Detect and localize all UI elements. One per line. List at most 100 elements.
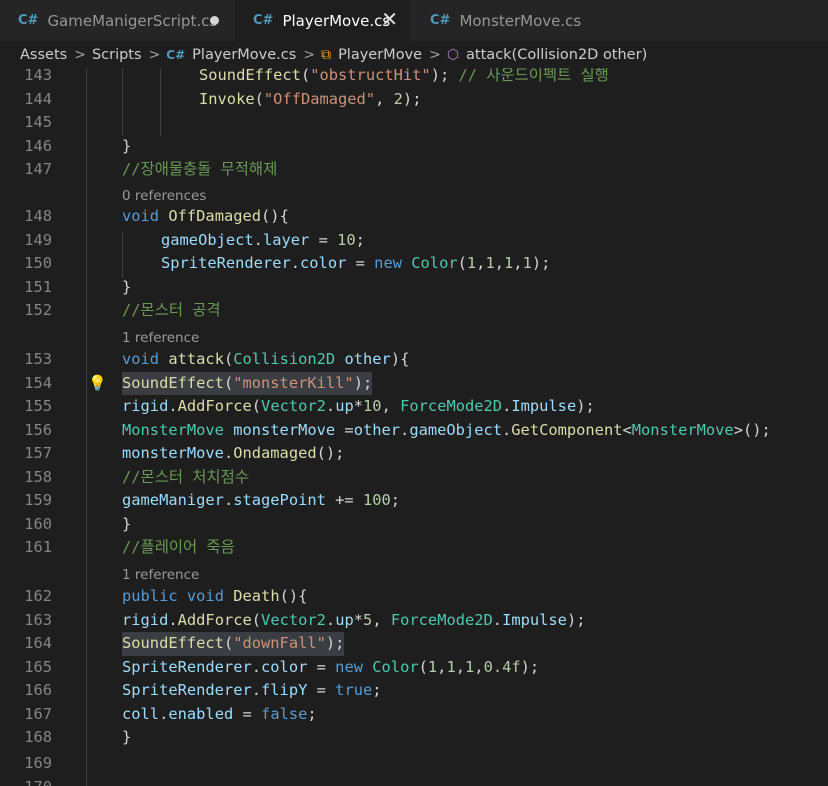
codelens-references[interactable]: 0 references xyxy=(122,188,206,204)
code-line[interactable]: 149 gameObject.layer = 10; xyxy=(0,229,828,253)
line-number: 155 xyxy=(24,397,52,415)
tab-bar: C# GameManigerScript.cs C# PlayerMove.cs… xyxy=(0,0,828,41)
code-text: SoundEffect("monsterKill"); xyxy=(122,371,373,395)
code-text: monsterMove.Ondamaged(); xyxy=(122,444,345,462)
code-line[interactable]: 146 } xyxy=(0,135,828,159)
line-number: 163 xyxy=(24,610,52,629)
code-text: } xyxy=(122,277,132,296)
breadcrumb-item-class[interactable]: PlayerMove xyxy=(338,47,422,63)
class-icon: ⧉ xyxy=(321,46,332,63)
line-number: 165 xyxy=(24,657,52,676)
codelens-references[interactable]: 1 reference xyxy=(122,567,199,583)
unsaved-dot-icon[interactable] xyxy=(210,16,219,25)
line-number: 151 xyxy=(24,277,52,296)
line-number: 166 xyxy=(24,681,52,699)
line-number: 162 xyxy=(24,587,52,605)
code-line[interactable]: 160 } xyxy=(0,513,828,537)
breadcrumb-item-file[interactable]: PlayerMove.cs xyxy=(192,47,296,63)
code-text: gameManiger.stagePoint += 100; xyxy=(122,491,401,509)
breadcrumb-item-assets[interactable]: Assets xyxy=(20,47,67,63)
code-text: void OffDamaged(){ xyxy=(122,207,289,225)
line-number: 167 xyxy=(24,704,52,723)
line-number: 159 xyxy=(24,491,52,509)
line-number: 152 xyxy=(24,301,52,319)
line-number: 164 xyxy=(24,634,52,652)
line-number: 147 xyxy=(24,160,52,178)
code-line[interactable]: 167 coll.enabled = false; xyxy=(0,703,828,727)
chevron-right-icon: > xyxy=(148,46,161,63)
line-number: 154 xyxy=(24,373,52,392)
chevron-right-icon: > xyxy=(74,46,86,63)
code-line[interactable]: 152 //몬스터 공격 xyxy=(0,299,828,323)
code-line[interactable]: 145 xyxy=(0,111,828,135)
comment-text: //장애물충돌 무적해제 xyxy=(122,160,278,178)
csharp-file-icon: C# xyxy=(253,13,274,28)
code-text: gameObject.layer = 10; xyxy=(161,230,365,249)
line-number: 169 xyxy=(24,754,52,772)
method-cube-icon: ⬡ xyxy=(446,46,460,63)
tab-playermove[interactable]: C# PlayerMove.cs ✕ xyxy=(235,0,410,41)
csharp-file-icon: C# xyxy=(166,47,186,62)
line-number: 145 xyxy=(24,113,52,131)
code-line[interactable]: 165 SpriteRenderer.color = new Color(1,1… xyxy=(0,656,828,680)
code-line[interactable]: 164 SoundEffect("downFall"); xyxy=(0,632,828,656)
csharp-file-icon: C# xyxy=(430,13,451,28)
code-line[interactable]: 143 SoundEffect("obstructHit"); // 사운드이펙… xyxy=(0,68,828,88)
close-icon[interactable]: ✕ xyxy=(381,8,398,30)
code-line[interactable]: 150 SpriteRenderer.color = new Color(1,1… xyxy=(0,252,828,276)
line-number: 157 xyxy=(24,444,52,462)
code-line[interactable]: 153 void attack(Collision2D other){ xyxy=(0,348,828,372)
code-line[interactable]: 158 //몬스터 처치점수 xyxy=(0,466,828,490)
comment-text: //플레이어 죽음 xyxy=(122,538,235,556)
breadcrumb-item-method[interactable]: attack(Collision2D other) xyxy=(466,47,647,63)
line-number: 146 xyxy=(24,136,52,155)
code-line[interactable]: 159 gameManiger.stagePoint += 100; xyxy=(0,489,828,513)
code-text: SpriteRenderer.flipY = true; xyxy=(122,681,382,699)
tab-gamemanigerscript[interactable]: C# GameManigerScript.cs xyxy=(0,0,235,41)
code-line[interactable]: 148 void OffDamaged(){ xyxy=(0,205,828,229)
code-line[interactable]: 170 xyxy=(0,776,828,786)
code-line[interactable]: 151 } xyxy=(0,276,828,300)
code-line[interactable]: 161 //플레이어 죽음 xyxy=(0,536,828,560)
comment-text: //몬스터 공격 xyxy=(122,301,221,319)
lightbulb-icon[interactable]: 💡 xyxy=(88,374,107,392)
code-line[interactable]: 154 💡 SoundEffect("monsterKill"); xyxy=(0,371,828,395)
code-line[interactable]: 144 Invoke("OffDamaged", 2); xyxy=(0,88,828,112)
code-text: rigid.AddForce(Vector2.up*10, ForceMode2… xyxy=(122,397,595,415)
codelens: 1 reference xyxy=(0,563,828,587)
code-line[interactable]: 168 } xyxy=(0,726,828,750)
code-editor[interactable]: 143 SoundEffect("obstructHit"); // 사운드이펙… xyxy=(0,68,828,786)
line-number: 160 xyxy=(24,514,52,533)
code-line[interactable]: 163 rigid.AddForce(Vector2.up*5, ForceMo… xyxy=(0,609,828,633)
tab-monstermove[interactable]: C# MonsterMove.cs xyxy=(410,0,582,41)
tab-label: MonsterMove.cs xyxy=(459,11,582,30)
csharp-file-icon: C# xyxy=(18,13,39,28)
code-text: void attack(Collision2D other){ xyxy=(122,350,410,368)
codelens: 0 references xyxy=(0,184,828,208)
code-line[interactable]: 155 rigid.AddForce(Vector2.up*10, ForceM… xyxy=(0,395,828,419)
code-text: } xyxy=(122,136,132,155)
codelens-references[interactable]: 1 reference xyxy=(122,330,199,346)
code-text: } xyxy=(122,514,132,533)
line-number: 170 xyxy=(0,776,52,786)
line-number: 150 xyxy=(24,254,52,272)
code-text: Invoke("OffDamaged", 2); xyxy=(199,89,422,108)
line-number: 156 xyxy=(24,420,52,439)
code-text: MonsterMove monsterMove =other.gameObjec… xyxy=(122,420,771,439)
code-text: SpriteRenderer.color = new Color(1,1,1,0… xyxy=(122,657,540,676)
code-text: SpriteRenderer.color = new Color(1,1,1,1… xyxy=(161,254,551,272)
code-line[interactable]: 169 xyxy=(0,752,828,776)
line-number: 153 xyxy=(24,350,52,368)
line-number: 144 xyxy=(24,89,52,108)
code-line[interactable]: 166 SpriteRenderer.flipY = true; xyxy=(0,679,828,703)
code-line[interactable]: 147 //장애물충돌 무적해제 xyxy=(0,158,828,182)
comment-text: //몬스터 처치점수 xyxy=(122,467,249,486)
line-number: 158 xyxy=(24,467,52,486)
breadcrumb-item-scripts[interactable]: Scripts xyxy=(92,47,142,63)
line-number: 148 xyxy=(24,207,52,225)
code-line[interactable]: 156 MonsterMove monsterMove =other.gameO… xyxy=(0,419,828,443)
chevron-right-icon: > xyxy=(303,46,316,63)
code-line[interactable]: 162 public void Death(){ xyxy=(0,585,828,609)
code-text: public void Death(){ xyxy=(122,587,308,605)
code-line[interactable]: 157 monsterMove.Ondamaged(); xyxy=(0,442,828,466)
